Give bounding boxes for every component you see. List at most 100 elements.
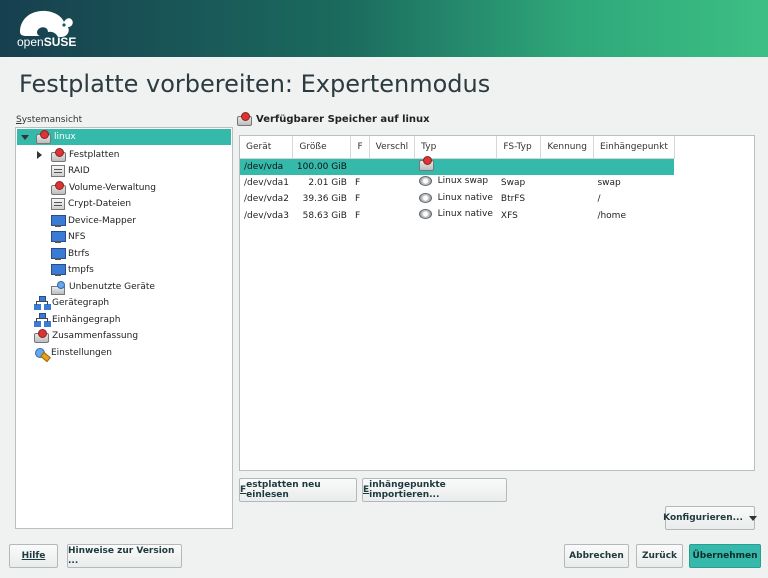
cell-enc [369, 208, 415, 225]
cell-fstype [496, 158, 541, 175]
disk-red-icon [51, 147, 66, 162]
mount-graph-icon [34, 313, 49, 327]
tree-item-einhaengegraph[interactable]: Einhängegraph [34, 312, 120, 328]
cell-enc [369, 191, 415, 208]
device-table[interactable]: Gerät Größe F Verschl Typ FS-Typ Kennung… [239, 135, 755, 471]
back-button[interactable]: Zurück [636, 544, 683, 568]
settings-icon [34, 347, 48, 360]
column-header-geraet[interactable]: Gerät [240, 136, 294, 159]
cell-label [541, 191, 594, 208]
tree-item-label: tmpfs [68, 265, 94, 275]
hdd-icon [418, 192, 432, 203]
hdd-icon [418, 176, 432, 187]
tree-item-label: NFS [68, 232, 86, 242]
cell-device: /dev/vda3 [244, 210, 289, 221]
cell-mount: /home [597, 210, 626, 221]
cell-mount [593, 158, 675, 175]
cell-device: /dev/vda2 [244, 194, 289, 205]
collapse-arrow-icon[interactable] [20, 132, 30, 142]
tree-item-label: Volume-Verwaltung [69, 183, 156, 193]
configure-menu-button[interactable]: Konfigurieren... [663, 506, 757, 530]
tree-item-raid[interactable]: RAID [51, 163, 90, 179]
cell-size: 100.00 GiB [292, 158, 351, 175]
page-title: Festplatte vorbereiten: Expertenmodus [19, 70, 491, 98]
column-header-einhaengepunkt[interactable]: Einhängepunkt [593, 136, 675, 159]
btrfs-icon [51, 247, 66, 261]
tree-item-btrfs[interactable]: Btrfs [51, 246, 89, 262]
cell-f: F [354, 194, 361, 205]
tree-item-label: Unbenutzte Geräte [69, 282, 155, 292]
tree-item-label: Festplatten [69, 150, 120, 160]
disk-red-icon [36, 129, 51, 144]
column-header-groesse[interactable]: Größe [292, 136, 352, 159]
table-header-row: Gerät Größe F Verschl Typ FS-Typ Kennung… [240, 136, 675, 159]
table-row[interactable]: /dev/vda3 58.63 GiB F Linux native XFS /… [240, 208, 674, 225]
tree-item-linux[interactable]: linux [17, 129, 231, 145]
tree-item-nfs[interactable]: NFS [51, 229, 85, 245]
tree-item-festplatten[interactable]: Festplatten [34, 147, 119, 163]
cell-label [541, 208, 594, 225]
abort-button-label: Abbrechen [569, 551, 624, 561]
cell-label [541, 175, 594, 192]
tree-item-label: linux [54, 132, 76, 142]
cell-mount: swap [597, 177, 621, 188]
cell-f [350, 158, 370, 175]
cell-f: F [354, 177, 361, 188]
raid-icon [51, 165, 65, 177]
tree-item-volume-verwaltung[interactable]: Volume-Verwaltung [51, 180, 156, 196]
back-button-label: Zurück [641, 551, 678, 561]
cell-mount: / [597, 194, 601, 205]
cell-size: 39.36 GiB [302, 194, 347, 205]
expand-arrow-icon[interactable] [34, 150, 44, 160]
import-mount-points-button[interactable]: Einhängepunkte importieren... [362, 478, 507, 502]
tree-item-crypt-dateien[interactable]: Crypt-Dateien [51, 196, 131, 212]
help-button[interactable]: Hilfe [9, 544, 58, 568]
cell-size: 58.63 GiB [302, 210, 347, 221]
cell-enc [369, 158, 415, 175]
unused-devices-icon [51, 280, 66, 295]
column-header-kennung[interactable]: Kennung [540, 136, 594, 159]
release-notes-button[interactable]: Hinweise zur Version ... [67, 544, 182, 568]
tree-item-label: Gerätegraph [52, 298, 110, 308]
table-row[interactable]: /dev/vda 100.00 GiB [240, 155, 675, 175]
help-button-label: Hilfe [21, 551, 46, 561]
tree-item-zusammenfassung[interactable]: Zusammenfassung [34, 328, 138, 344]
section-title: Verfügbarer Speicher auf linux [237, 112, 430, 126]
tree-item-label: Device-Mapper [68, 216, 136, 226]
cell-f: F [354, 210, 361, 221]
tree-item-device-mapper[interactable]: Device-Mapper [51, 213, 136, 229]
tree-item-label: Crypt-Dateien [68, 199, 132, 209]
table-row[interactable]: /dev/vda2 39.36 GiB F Linux native BtrFS… [240, 191, 674, 208]
column-header-typ[interactable]: Typ [414, 136, 498, 159]
rescan-disks-button[interactable]: Festplatten neu einlesen [239, 478, 357, 502]
cell-type: Linux swap [415, 175, 497, 192]
tree-item-label: Zusammenfassung [52, 331, 139, 341]
column-header-verschl[interactable]: Verschl [369, 136, 416, 159]
tmpfs-icon [51, 263, 66, 277]
chevron-down-icon [748, 515, 757, 521]
tree-item-geraetegraph[interactable]: Gerätegraph [34, 295, 109, 311]
column-header-f[interactable]: F [350, 136, 370, 159]
tree-item-einstellungen[interactable]: Einstellungen [34, 345, 112, 361]
table-row[interactable]: /dev/vda1 2.01 GiB F Linux swap Swap swa… [240, 175, 674, 192]
hdd-icon [418, 209, 432, 220]
crypt-icon [51, 198, 65, 210]
nfs-icon [51, 230, 66, 244]
cell-type-text: Linux swap [437, 176, 489, 187]
tree-item-unbenutzte-geraete[interactable]: Unbenutzte Geräte [51, 279, 155, 295]
cell-size: 2.01 GiB [308, 177, 347, 188]
accept-button[interactable]: Übernehmen [689, 544, 761, 568]
cell-type-text: Linux native [437, 192, 493, 203]
cell-device: /dev/vda [240, 158, 293, 175]
column-header-fs-typ[interactable]: FS-Typ [496, 136, 542, 159]
tree-item-tmpfs[interactable]: tmpfs [51, 262, 94, 278]
cell-fstype: BtrFS [500, 194, 526, 205]
disk-red-icon [237, 112, 252, 126]
system-view-tree[interactable]: linux Festplatten RAID Volume-Verwaltung… [15, 127, 233, 529]
cell-device: /dev/vda1 [244, 177, 289, 188]
abort-button[interactable]: Abbrechen [564, 544, 629, 568]
release-notes-label: Hinweise zur Version ... [68, 546, 175, 566]
cell-label [540, 158, 594, 175]
section-title-text: Verfügbarer Speicher auf linux [256, 114, 430, 125]
cell-type-text: Linux native [437, 209, 493, 220]
